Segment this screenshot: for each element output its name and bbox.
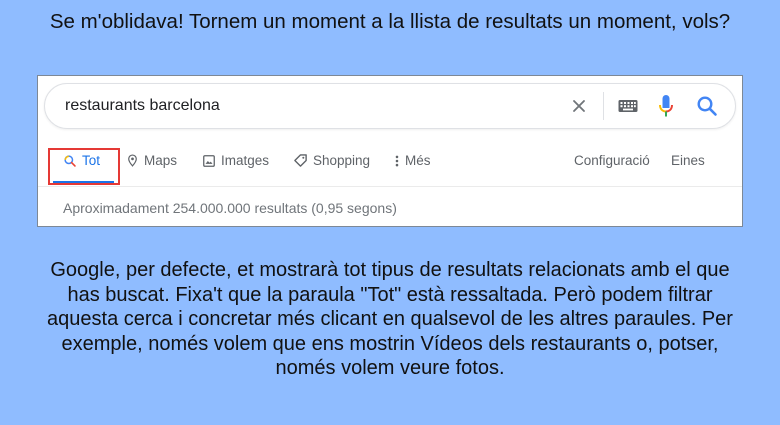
microphone-icon[interactable] bbox=[657, 94, 675, 118]
search-input[interactable]: restaurants barcelona bbox=[65, 97, 220, 115]
google-search-screenshot: restaurants barcelona Tot Maps Imatges S… bbox=[37, 75, 743, 227]
tab-more[interactable]: Més bbox=[394, 153, 431, 168]
clear-icon[interactable] bbox=[569, 96, 589, 116]
result-stats: Aproximadament 254.000.000 resultats (0,… bbox=[63, 200, 397, 216]
tab-label: Shopping bbox=[313, 153, 371, 168]
search-box[interactable]: restaurants barcelona bbox=[44, 83, 736, 129]
image-icon bbox=[203, 155, 215, 167]
explanation-line: exemple, només volem que ens mostrin Víd… bbox=[61, 332, 719, 355]
instruction-heading: Se m'oblidava! Tornem un moment a la lli… bbox=[49, 10, 731, 33]
tab-shopping[interactable]: Shopping bbox=[293, 153, 370, 168]
more-vert-icon bbox=[395, 155, 399, 167]
tools-link[interactable]: Eines bbox=[671, 153, 705, 168]
tag-icon bbox=[294, 154, 307, 167]
toolbar-separator bbox=[603, 92, 604, 120]
settings-link[interactable]: Configuració bbox=[574, 153, 650, 168]
explanation-text: Google, per defecte, et mostrarà tot tip… bbox=[8, 258, 772, 381]
keyboard-icon[interactable] bbox=[618, 99, 638, 113]
search-tabs: Tot Maps Imatges Shopping Més Configurac… bbox=[38, 144, 742, 186]
explanation-line: només volem veure fotos. bbox=[275, 357, 505, 379]
tabs-divider bbox=[38, 186, 742, 187]
map-pin-icon bbox=[128, 154, 137, 167]
tab-label: Més bbox=[405, 153, 431, 168]
explanation-line: Google, per defecte, et mostrarà tot tip… bbox=[50, 259, 730, 281]
tab-maps[interactable]: Maps bbox=[126, 153, 177, 168]
tab-label: Maps bbox=[144, 153, 178, 168]
explanation-line: aquesta cerca i concretar més clicant en… bbox=[47, 308, 733, 330]
explanation-line: has buscat. Fixa't que la paraula "Tot" … bbox=[67, 283, 713, 306]
tab-images[interactable]: Imatges bbox=[202, 153, 269, 168]
highlight-box bbox=[48, 148, 120, 185]
tab-label: Imatges bbox=[221, 153, 270, 168]
search-icon[interactable] bbox=[695, 94, 719, 118]
